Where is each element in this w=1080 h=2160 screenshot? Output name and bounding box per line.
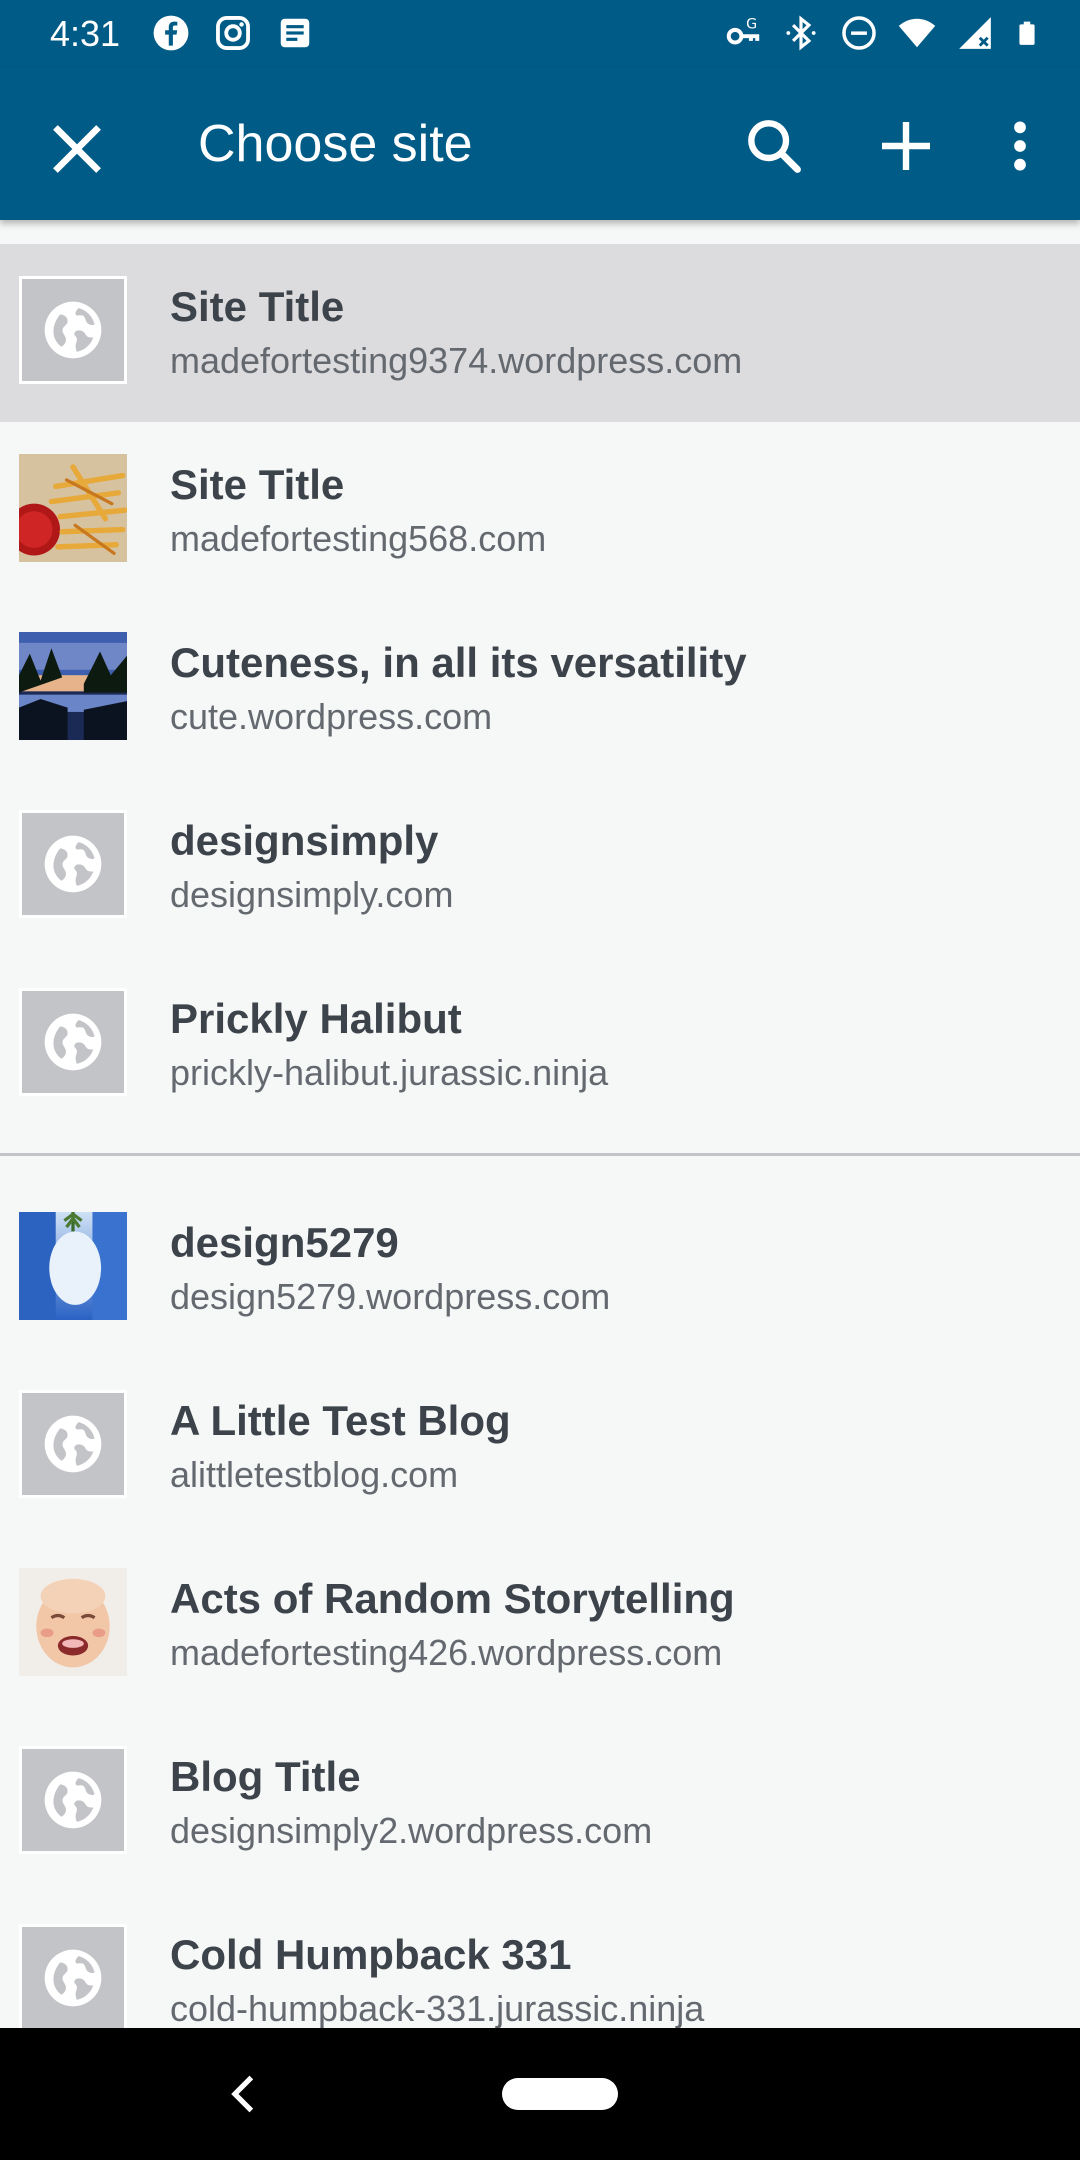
site-name: Prickly Halibut [170,995,462,1042]
globe-icon [44,1949,102,2007]
page-title: Choose site [198,115,473,173]
fries-photo [19,454,127,562]
site-row[interactable]: Cold Humpback 331 cold-humpback-331.juras… [0,1892,1080,2028]
status-bar: 4:31 G [0,0,1080,68]
site-thumbnail [19,1746,127,1854]
site-url: cold-humpback-331.jurassic.ninja [170,1988,705,2028]
site-url: cute.wordpress.com [170,696,493,737]
site-thumbnail [19,1212,127,1320]
bluetooth-icon [786,15,816,51]
site-thumbnail [19,1390,127,1498]
globe-icon [44,301,102,359]
baby-photo [19,1568,127,1676]
svg-text:G: G [746,16,757,32]
list-divider [0,1153,1080,1156]
site-url: alittletestblog.com [170,1454,459,1495]
site-thumbnail [19,1924,127,2028]
site-url: designsimply2.wordpress.com [170,1810,653,1851]
site-thumbnail [19,810,127,918]
site-name: Site Title [170,461,345,508]
site-url: madefortesting426.wordpress.com [170,1632,723,1673]
site-row[interactable]: Cuteness, in all its versatility cute.wor… [0,600,1080,778]
globe-icon [44,1771,102,1829]
site-row[interactable]: A Little Test Blog alittletestblog.com [0,1358,1080,1536]
site-thumbnail [19,276,127,384]
site-row[interactable]: Blog Title designsimply2.wordpress.com [0,1714,1080,1892]
site-name: Blog Title [170,1753,361,1800]
site-row[interactable]: designsimply designsimply.com [0,778,1080,956]
site-row[interactable]: Site Title madefortesting568.com [0,422,1080,600]
site-row[interactable]: Prickly Halibut prickly-halibut.jurassic.… [0,956,1080,1134]
site-name: Site Title [170,283,345,330]
site-name: Cold Humpback 331 [170,1931,572,1978]
site-row[interactable]: Acts of Random Storytelling madefortestin… [0,1536,1080,1714]
site-row[interactable]: Site Title madefortesting9374.wordpress.c… [0,244,1080,422]
search-icon[interactable] [742,114,806,178]
facebook-icon [153,15,189,51]
home-pill-icon[interactable] [502,2078,618,2110]
cell-signal-icon [959,17,991,49]
close-icon[interactable] [44,116,110,182]
navigation-bar [0,2028,1080,2160]
globe-icon [44,1013,102,1071]
site-url: madefortesting9374.wordpress.com [170,340,743,381]
battery-icon [1019,21,1035,45]
add-icon[interactable] [874,114,938,178]
news-icon [280,18,310,48]
wifi-icon [898,18,936,48]
site-thumbnail [19,1568,127,1676]
site-thumbnail [19,454,127,562]
site-url: design5279.wordpress.com [170,1276,611,1317]
status-time: 4:31 [50,13,121,54]
site-name: designsimply [170,817,439,864]
site-list[interactable]: Site Title madefortesting9374.wordpress.c… [0,244,1080,2028]
site-thumbnail [19,988,127,1096]
site-thumbnail [19,632,127,740]
globe-icon [44,1415,102,1473]
sky-photo [19,1212,127,1320]
site-url: designsimply.com [170,874,454,915]
site-row[interactable]: design5279 design5279.wordpress.com [0,1180,1080,1358]
back-icon[interactable] [222,2072,266,2116]
instagram-icon [216,16,250,50]
more-vert-icon[interactable] [1000,114,1040,178]
app-bar: Choose site [0,68,1080,220]
site-name: Acts of Random Storytelling [170,1575,735,1622]
site-name: A Little Test Blog [170,1397,511,1444]
site-url: prickly-halibut.jurassic.ninja [170,1052,609,1093]
do-not-disturb-icon [842,16,876,50]
globe-icon [44,835,102,893]
lake-photo [19,632,127,740]
vpn-key-icon: G [726,16,760,45]
site-name: design5279 [170,1219,399,1266]
site-url: madefortesting568.com [170,518,547,559]
site-name: Cuteness, in all its versatility [170,639,747,686]
